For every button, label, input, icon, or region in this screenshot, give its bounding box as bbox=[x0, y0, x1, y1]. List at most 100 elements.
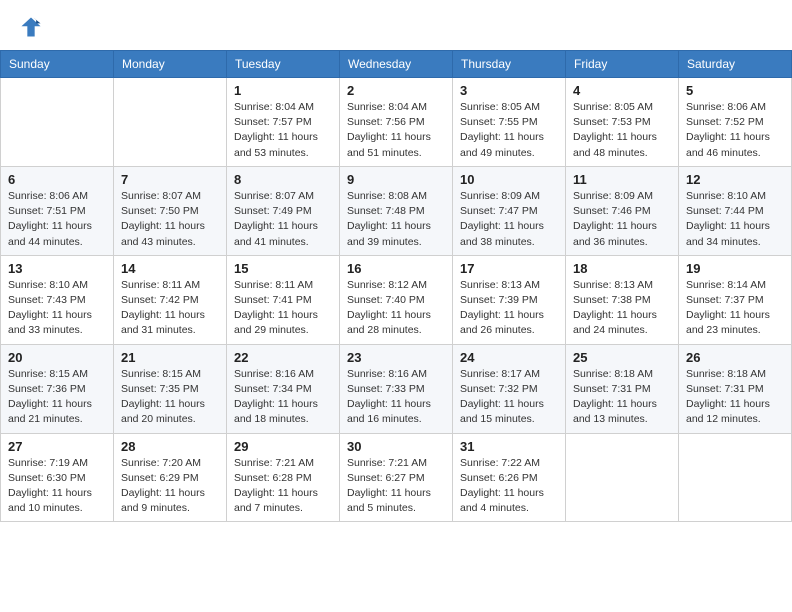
week-row-5: 27 Sunrise: 7:19 AM Sunset: 6:30 PM Dayli… bbox=[1, 433, 792, 522]
day-number: 27 bbox=[8, 439, 106, 454]
day-cell: 10 Sunrise: 8:09 AM Sunset: 7:47 PM Dayli… bbox=[453, 166, 566, 255]
day-number: 9 bbox=[347, 172, 445, 187]
day-info: Sunrise: 8:06 AM Sunset: 7:51 PM Dayligh… bbox=[8, 189, 106, 250]
day-number: 19 bbox=[686, 261, 784, 276]
day-cell: 6 Sunrise: 8:06 AM Sunset: 7:51 PM Daylig… bbox=[1, 166, 114, 255]
day-number: 3 bbox=[460, 83, 558, 98]
day-number: 29 bbox=[234, 439, 332, 454]
week-row-3: 13 Sunrise: 8:10 AM Sunset: 7:43 PM Dayli… bbox=[1, 255, 792, 344]
day-info: Sunrise: 7:22 AM Sunset: 6:26 PM Dayligh… bbox=[460, 456, 558, 517]
day-cell: 19 Sunrise: 8:14 AM Sunset: 7:37 PM Dayli… bbox=[679, 255, 792, 344]
day-info: Sunrise: 8:14 AM Sunset: 7:37 PM Dayligh… bbox=[686, 278, 784, 339]
day-info: Sunrise: 8:07 AM Sunset: 7:50 PM Dayligh… bbox=[121, 189, 219, 250]
day-cell: 3 Sunrise: 8:05 AM Sunset: 7:55 PM Daylig… bbox=[453, 78, 566, 167]
day-info: Sunrise: 7:20 AM Sunset: 6:29 PM Dayligh… bbox=[121, 456, 219, 517]
day-number: 4 bbox=[573, 83, 671, 98]
weekday-header-sunday: Sunday bbox=[1, 51, 114, 78]
day-cell: 11Sunrise: 8:09 AM Sunset: 7:46 PM Dayli… bbox=[566, 166, 679, 255]
day-info: Sunrise: 8:05 AM Sunset: 7:55 PM Dayligh… bbox=[460, 100, 558, 161]
day-info: Sunrise: 8:12 AM Sunset: 7:40 PM Dayligh… bbox=[347, 278, 445, 339]
day-info: Sunrise: 8:07 AM Sunset: 7:49 PM Dayligh… bbox=[234, 189, 332, 250]
day-cell: 9Sunrise: 8:08 AM Sunset: 7:48 PM Daylig… bbox=[340, 166, 453, 255]
day-number: 26 bbox=[686, 350, 784, 365]
page: SundayMondayTuesdayWednesdayThursdayFrid… bbox=[0, 0, 792, 612]
day-cell: 22 Sunrise: 8:16 AM Sunset: 7:34 PM Dayli… bbox=[227, 344, 340, 433]
weekday-header-thursday: Thursday bbox=[453, 51, 566, 78]
day-cell: 1 Sunrise: 8:04 AM Sunset: 7:57 PM Daylig… bbox=[227, 78, 340, 167]
day-info: Sunrise: 8:10 AM Sunset: 7:44 PM Dayligh… bbox=[686, 189, 784, 250]
week-row-2: 6 Sunrise: 8:06 AM Sunset: 7:51 PM Daylig… bbox=[1, 166, 792, 255]
day-number: 7 bbox=[121, 172, 219, 187]
day-number: 22 bbox=[234, 350, 332, 365]
day-cell: 12 Sunrise: 8:10 AM Sunset: 7:44 PM Dayli… bbox=[679, 166, 792, 255]
day-info: Sunrise: 8:11 AM Sunset: 7:41 PM Dayligh… bbox=[234, 278, 332, 339]
day-cell: 27 Sunrise: 7:19 AM Sunset: 6:30 PM Dayli… bbox=[1, 433, 114, 522]
day-info: Sunrise: 8:09 AM Sunset: 7:47 PM Dayligh… bbox=[460, 189, 558, 250]
day-cell: 26 Sunrise: 8:18 AM Sunset: 7:31 PM Dayli… bbox=[679, 344, 792, 433]
day-cell: 30Sunrise: 7:21 AM Sunset: 6:27 PM Dayli… bbox=[340, 433, 453, 522]
day-cell: 29 Sunrise: 7:21 AM Sunset: 6:28 PM Dayli… bbox=[227, 433, 340, 522]
day-cell: 24 Sunrise: 8:17 AM Sunset: 7:32 PM Dayli… bbox=[453, 344, 566, 433]
day-cell: 23 Sunrise: 8:16 AM Sunset: 7:33 PM Dayli… bbox=[340, 344, 453, 433]
day-number: 12 bbox=[686, 172, 784, 187]
weekday-header-monday: Monday bbox=[114, 51, 227, 78]
calendar-table: SundayMondayTuesdayWednesdayThursdayFrid… bbox=[0, 50, 792, 522]
day-info: Sunrise: 8:11 AM Sunset: 7:42 PM Dayligh… bbox=[121, 278, 219, 339]
day-info: Sunrise: 8:18 AM Sunset: 7:31 PM Dayligh… bbox=[686, 367, 784, 428]
day-cell bbox=[679, 433, 792, 522]
day-number: 21 bbox=[121, 350, 219, 365]
day-cell: 31 Sunrise: 7:22 AM Sunset: 6:26 PM Dayli… bbox=[453, 433, 566, 522]
day-number: 16 bbox=[347, 261, 445, 276]
day-info: Sunrise: 8:17 AM Sunset: 7:32 PM Dayligh… bbox=[460, 367, 558, 428]
day-number: 14 bbox=[121, 261, 219, 276]
day-info: Sunrise: 8:04 AM Sunset: 7:57 PM Dayligh… bbox=[234, 100, 332, 161]
day-info: Sunrise: 8:16 AM Sunset: 7:34 PM Dayligh… bbox=[234, 367, 332, 428]
day-cell: 28 Sunrise: 7:20 AM Sunset: 6:29 PM Dayli… bbox=[114, 433, 227, 522]
day-cell: 5Sunrise: 8:06 AM Sunset: 7:52 PM Daylig… bbox=[679, 78, 792, 167]
day-number: 13 bbox=[8, 261, 106, 276]
day-number: 24 bbox=[460, 350, 558, 365]
day-cell: 4 Sunrise: 8:05 AM Sunset: 7:53 PM Daylig… bbox=[566, 78, 679, 167]
day-number: 31 bbox=[460, 439, 558, 454]
day-info: Sunrise: 8:18 AM Sunset: 7:31 PM Dayligh… bbox=[573, 367, 671, 428]
day-number: 1 bbox=[234, 83, 332, 98]
day-cell: 2 Sunrise: 8:04 AM Sunset: 7:56 PM Daylig… bbox=[340, 78, 453, 167]
weekday-header-row: SundayMondayTuesdayWednesdayThursdayFrid… bbox=[1, 51, 792, 78]
day-number: 2 bbox=[347, 83, 445, 98]
week-row-4: 20Sunrise: 8:15 AM Sunset: 7:36 PM Dayli… bbox=[1, 344, 792, 433]
day-info: Sunrise: 8:15 AM Sunset: 7:35 PM Dayligh… bbox=[121, 367, 219, 428]
day-info: Sunrise: 8:04 AM Sunset: 7:56 PM Dayligh… bbox=[347, 100, 445, 161]
day-cell: 20Sunrise: 8:15 AM Sunset: 7:36 PM Dayli… bbox=[1, 344, 114, 433]
day-number: 11 bbox=[573, 172, 671, 187]
weekday-header-tuesday: Tuesday bbox=[227, 51, 340, 78]
day-cell: 25Sunrise: 8:18 AM Sunset: 7:31 PM Dayli… bbox=[566, 344, 679, 433]
day-cell bbox=[114, 78, 227, 167]
day-number: 17 bbox=[460, 261, 558, 276]
day-info: Sunrise: 8:05 AM Sunset: 7:53 PM Dayligh… bbox=[573, 100, 671, 161]
day-info: Sunrise: 8:13 AM Sunset: 7:39 PM Dayligh… bbox=[460, 278, 558, 339]
day-number: 10 bbox=[460, 172, 558, 187]
day-info: Sunrise: 7:19 AM Sunset: 6:30 PM Dayligh… bbox=[8, 456, 106, 517]
day-number: 23 bbox=[347, 350, 445, 365]
day-number: 8 bbox=[234, 172, 332, 187]
logo bbox=[20, 16, 46, 38]
day-number: 28 bbox=[121, 439, 219, 454]
day-cell: 15Sunrise: 8:11 AM Sunset: 7:41 PM Dayli… bbox=[227, 255, 340, 344]
day-cell: 13 Sunrise: 8:10 AM Sunset: 7:43 PM Dayli… bbox=[1, 255, 114, 344]
day-cell: 16 Sunrise: 8:12 AM Sunset: 7:40 PM Dayli… bbox=[340, 255, 453, 344]
logo-icon bbox=[20, 16, 42, 38]
day-number: 20 bbox=[8, 350, 106, 365]
day-info: Sunrise: 8:10 AM Sunset: 7:43 PM Dayligh… bbox=[8, 278, 106, 339]
day-info: Sunrise: 8:13 AM Sunset: 7:38 PM Dayligh… bbox=[573, 278, 671, 339]
day-info: Sunrise: 8:06 AM Sunset: 7:52 PM Dayligh… bbox=[686, 100, 784, 161]
header bbox=[0, 0, 792, 46]
day-info: Sunrise: 8:16 AM Sunset: 7:33 PM Dayligh… bbox=[347, 367, 445, 428]
day-cell bbox=[1, 78, 114, 167]
day-info: Sunrise: 7:21 AM Sunset: 6:28 PM Dayligh… bbox=[234, 456, 332, 517]
day-cell: 18Sunrise: 8:13 AM Sunset: 7:38 PM Dayli… bbox=[566, 255, 679, 344]
day-number: 6 bbox=[8, 172, 106, 187]
day-info: Sunrise: 7:21 AM Sunset: 6:27 PM Dayligh… bbox=[347, 456, 445, 517]
day-cell bbox=[566, 433, 679, 522]
weekday-header-friday: Friday bbox=[566, 51, 679, 78]
day-cell: 17 Sunrise: 8:13 AM Sunset: 7:39 PM Dayli… bbox=[453, 255, 566, 344]
